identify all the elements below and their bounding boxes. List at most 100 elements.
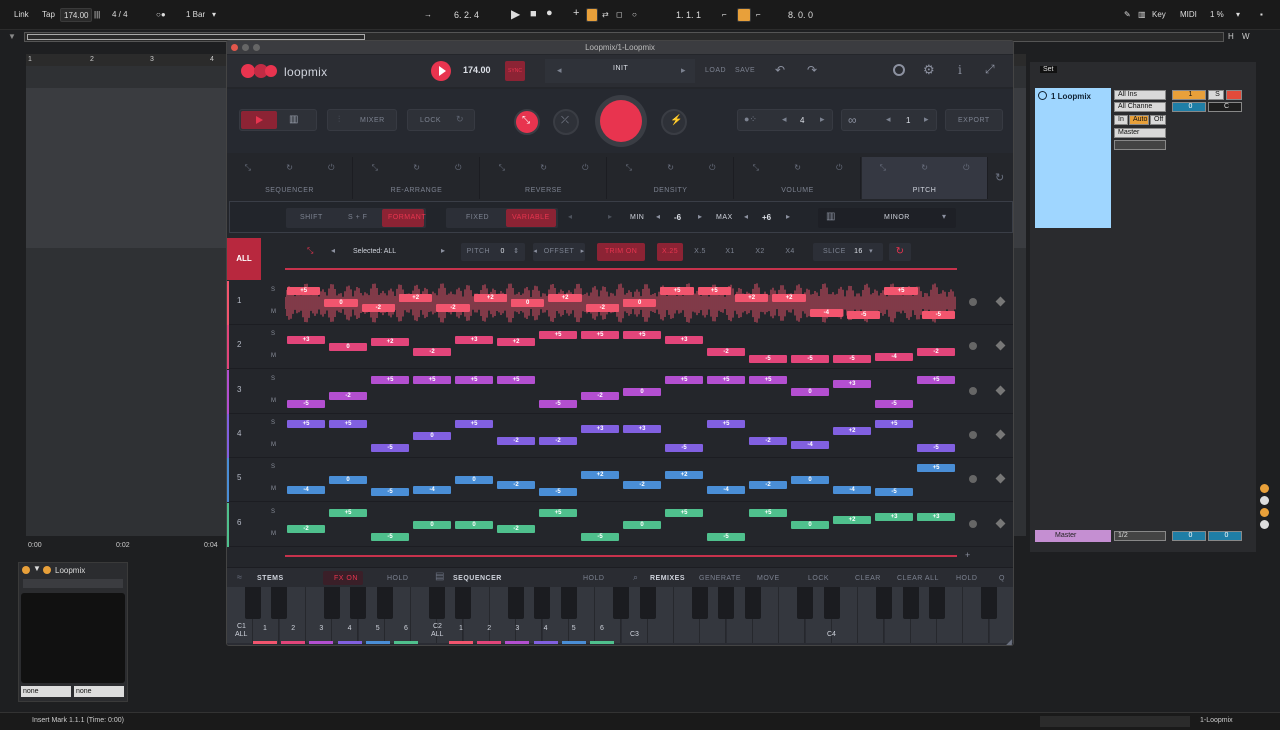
profile-icon[interactable] xyxy=(893,64,905,76)
close-icon[interactable] xyxy=(231,44,238,51)
dice-icon[interactable]: ⤡ xyxy=(880,163,886,173)
collapse-chevron-icon[interactable]: ▼ xyxy=(8,32,16,41)
power-button[interactable]: ⚡ xyxy=(661,109,687,135)
stem-edit-icon[interactable] xyxy=(995,518,1006,528)
pitch-step[interactable]: -4 xyxy=(791,441,829,450)
pitch-step[interactable]: 0 xyxy=(791,476,829,485)
pitch-step[interactable]: -5 xyxy=(371,488,409,497)
black-key[interactable] xyxy=(323,587,340,619)
add-icon[interactable]: + xyxy=(965,550,970,560)
link-button[interactable]: Link xyxy=(14,10,29,19)
input-channel-select[interactable]: All Channe xyxy=(1114,102,1166,112)
bars-next-icon[interactable]: ▸ xyxy=(820,114,825,125)
metronome-icon[interactable]: ||| xyxy=(94,10,100,19)
punch-in-icon[interactable]: ⌐ xyxy=(722,10,727,19)
max-value[interactable]: +6 xyxy=(762,213,771,222)
key-map-button[interactable]: Key xyxy=(1152,10,1166,19)
refresh-icon[interactable]: ↻ xyxy=(286,163,293,173)
pitch-step[interactable]: +5 xyxy=(287,287,321,295)
range-next-icon[interactable]: ▸ xyxy=(608,212,612,221)
stem-strip[interactable]: +3 0 +2 -2 +3 +2 +5 +5 +5 +3 -2 -5 -5 -5 -4 -2 xyxy=(285,325,957,369)
pitch-step[interactable]: -5 xyxy=(707,532,745,541)
save-button[interactable]: Save xyxy=(735,67,755,74)
status-track[interactable]: 1-Loopmix xyxy=(1200,717,1233,724)
pitch-step[interactable]: 0 xyxy=(511,299,545,307)
automation-arm-icon[interactable] xyxy=(586,8,598,22)
preset-name[interactable]: INIT xyxy=(613,65,628,72)
pitch-step[interactable]: 0 xyxy=(455,520,493,529)
pitch-step[interactable]: -2 xyxy=(361,303,395,312)
random-icon[interactable]: ⤡ xyxy=(307,246,313,256)
punch-out-icon[interactable]: ⌐ xyxy=(756,10,761,19)
black-key[interactable] xyxy=(455,587,472,619)
tab-volume[interactable]: ⤡ ↻ ⏻ VOLUME xyxy=(735,157,861,199)
stem-number[interactable]: 1 xyxy=(237,296,241,305)
refresh-icon[interactable]: ↻ xyxy=(667,163,674,173)
stem-volume-icon[interactable] xyxy=(969,430,977,439)
stem-solo-button[interactable]: S xyxy=(271,376,275,382)
remix-hold-button[interactable]: HOLD xyxy=(956,575,977,582)
max-next-icon[interactable]: ▸ xyxy=(786,212,790,221)
pitch-step[interactable]: +2 xyxy=(473,294,507,303)
stem-number[interactable]: 2 xyxy=(237,340,241,349)
pitch-step[interactable]: +5 xyxy=(749,375,787,384)
stem-mute-button[interactable]: M xyxy=(271,398,276,404)
pitch-step[interactable]: -2 xyxy=(585,303,619,312)
shift-button[interactable]: SHIFT xyxy=(300,214,323,221)
set-label[interactable]: Set xyxy=(1040,66,1057,73)
play-icon[interactable]: ▶ xyxy=(511,7,520,21)
load-button[interactable]: Load xyxy=(705,67,726,74)
record-mode-icon[interactable]: ○● xyxy=(156,10,166,19)
speed-x1-button[interactable]: X1 xyxy=(717,243,743,261)
master-pan[interactable]: 0 xyxy=(1208,531,1242,541)
pitch-step[interactable]: -5 xyxy=(791,355,829,364)
arm-button[interactable] xyxy=(1226,90,1242,100)
tab-reverse[interactable]: ⤡ ↻ ⏻ REVERSE xyxy=(481,157,607,199)
pitch-step[interactable]: +2 xyxy=(833,515,871,524)
pitch-step[interactable]: +3 xyxy=(665,336,703,345)
black-key[interactable] xyxy=(534,587,551,619)
tap-button[interactable]: Tap xyxy=(42,10,55,19)
pitch-step[interactable]: +3 xyxy=(581,424,619,433)
power-icon[interactable]: ⏻ xyxy=(963,163,969,173)
selection-prev-icon[interactable]: ◂ xyxy=(331,246,335,255)
loop-record-icon[interactable]: ○ xyxy=(632,10,637,19)
pitch-step[interactable]: -2 xyxy=(707,348,745,357)
slice-select[interactable]: SLICE 16 ▾ xyxy=(813,243,883,261)
pitch-step[interactable]: -4 xyxy=(809,308,843,317)
speed-x4-button[interactable]: X4 xyxy=(777,243,803,261)
sequencer-view-button[interactable] xyxy=(241,111,277,129)
pitch-step[interactable]: +5 xyxy=(329,419,367,428)
master-track-header[interactable]: Master xyxy=(1035,530,1111,542)
pitch-step[interactable]: +5 xyxy=(917,464,955,473)
speed-x025-button[interactable]: X.25 xyxy=(657,243,683,261)
pitch-step[interactable]: +2 xyxy=(833,427,871,436)
stem-volume-icon[interactable] xyxy=(969,519,977,528)
redo-icon[interactable]: ↷ xyxy=(807,63,817,77)
pitch-step[interactable]: +5 xyxy=(697,287,731,295)
power-icon[interactable]: ⏻ xyxy=(582,163,588,173)
black-key[interactable] xyxy=(797,587,814,619)
pitch-step[interactable]: +5 xyxy=(539,331,577,340)
stem-edit-icon[interactable] xyxy=(995,473,1006,484)
pitch-step[interactable]: +5 xyxy=(749,508,787,517)
pitch-step[interactable]: +5 xyxy=(455,375,493,384)
settings-gear-icon[interactable]: ⚙ xyxy=(923,62,935,78)
returns-toggle-icon[interactable] xyxy=(1260,496,1269,505)
window-titlebar[interactable]: Loopmix/1-Loopmix xyxy=(227,41,1013,54)
pitch-step[interactable]: -2 xyxy=(436,303,470,312)
pitch-step[interactable]: +3 xyxy=(875,513,913,522)
pitch-step[interactable]: 0 xyxy=(329,343,367,352)
pitch-step[interactable]: 0 xyxy=(623,299,657,307)
pitch-step[interactable]: +5 xyxy=(329,508,367,517)
stem-solo-button[interactable]: S xyxy=(271,509,275,515)
tempo-field[interactable]: 174.00 xyxy=(60,8,92,22)
draw-mode-icon[interactable]: ✎ xyxy=(1124,10,1131,19)
pitch-step[interactable]: +5 xyxy=(623,331,661,340)
pitch-step[interactable]: -5 xyxy=(371,443,409,452)
pitch-step[interactable]: +2 xyxy=(581,471,619,480)
monitor-in-button[interactable]: In xyxy=(1114,115,1128,125)
pitch-step[interactable]: -2 xyxy=(413,348,451,357)
pitch-step[interactable]: -5 xyxy=(539,488,577,497)
tab-re-arrange[interactable]: ⤡ ↻ ⏻ RE-ARRANGE xyxy=(354,157,480,199)
